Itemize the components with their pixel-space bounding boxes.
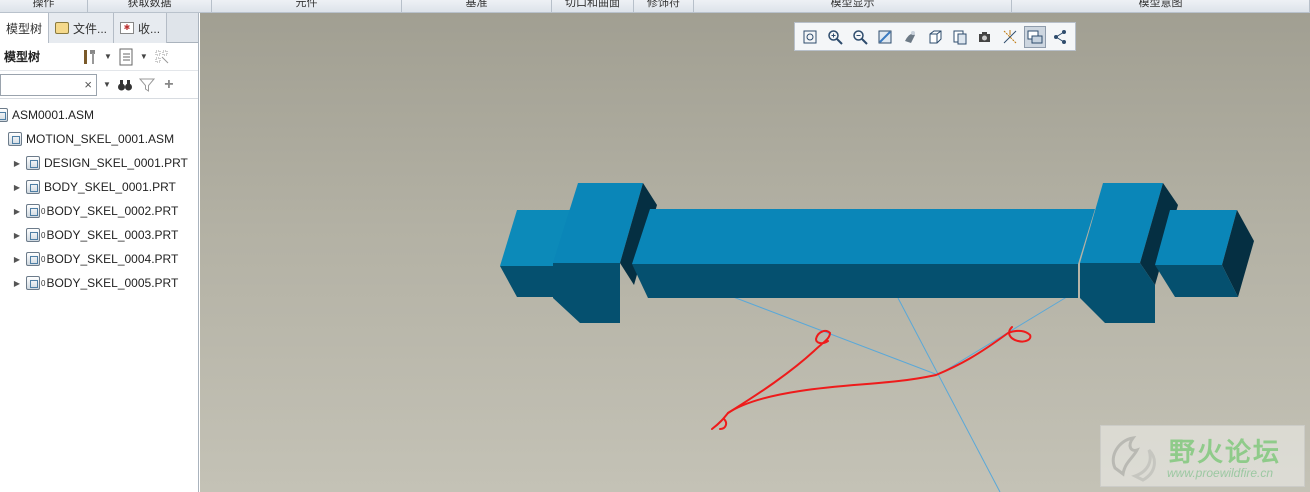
ribbon-group-get-data[interactable]: 获取数据 [88, 0, 212, 12]
tab-model-tree[interactable]: 模型树 [0, 13, 50, 43]
tree-node-asm0001[interactable]: ASM0001.ASM [0, 103, 198, 127]
settings-dropdown-icon[interactable]: ▼ [140, 52, 148, 61]
ribbon-group-datum[interactable]: 基准 [402, 0, 552, 12]
settings-icon[interactable] [118, 48, 134, 66]
part-icon [26, 252, 40, 266]
model-tree-title: 模型树 [4, 50, 41, 64]
tree-node-motion-skel[interactable]: MOTION_SKEL_0001.ASM [0, 127, 198, 151]
spin-center-icon[interactable] [1049, 26, 1071, 48]
model-canvas[interactable] [200, 13, 1310, 492]
annotation-display-icon[interactable] [1024, 25, 1046, 48]
perspective-view-icon[interactable] [974, 26, 996, 48]
search-dropdown-icon[interactable]: ▼ [103, 80, 111, 89]
ribbon-group-operations[interactable]: 操作 [0, 0, 88, 12]
model-tree-search-bar: × ▼ + [0, 71, 198, 99]
status-marker: 0 [41, 278, 46, 288]
tree-node-label: BODY_SKEL_0001.PRT [44, 180, 176, 194]
ribbon-group-bar: 操作 获取数据 元件 基准 切口和曲面 修饰符 模型显示 模型意图 [0, 0, 1310, 13]
part-icon [26, 276, 40, 290]
tree-node-label: BODY_SKEL_0004.PRT [46, 252, 179, 266]
tree-node-label: BODY_SKEL_0003.PRT [46, 228, 179, 242]
ribbon-group-cut-surface[interactable]: 切口和曲面 [552, 0, 634, 12]
expand-arrow-icon[interactable]: ▶ [12, 231, 22, 240]
assembly-icon [0, 108, 8, 122]
tools-icon[interactable] [82, 48, 98, 66]
watermark-url: www.proewildfire.cn [1167, 466, 1274, 480]
skeleton-assembly-icon [8, 132, 22, 146]
clear-search-icon[interactable]: × [84, 77, 92, 92]
red-annotation-stroke [711, 326, 1032, 430]
tree-node-label: BODY_SKEL_0005.PRT [46, 276, 179, 290]
tree-node-label: MOTION_SKEL_0001.ASM [26, 132, 175, 146]
ribbon-group-modifiers[interactable]: 修饰符 [634, 0, 694, 12]
expand-arrow-icon[interactable]: ▶ [12, 279, 22, 288]
favorites-icon: ✱ [120, 22, 135, 34]
expand-arrow-icon[interactable]: ▶ [12, 255, 22, 264]
tab-favorites[interactable]: ✱ 收... [114, 13, 168, 43]
tree-node-body-skel-0001[interactable]: ▶ BODY_SKEL_0001.PRT [0, 175, 198, 199]
search-input[interactable]: × [0, 73, 97, 96]
repaint-icon[interactable] [874, 26, 896, 48]
graphics-viewport[interactable]: 野火论坛 www.proewildfire.cn [200, 13, 1310, 492]
ribbon-group-model-intent[interactable]: 模型意图 [1012, 0, 1310, 12]
tree-node-body-skel-0005[interactable]: ▶ 0 BODY_SKEL_0005.PRT [0, 271, 198, 295]
display-style-icon[interactable] [899, 26, 921, 48]
forum-watermark: 野火论坛 www.proewildfire.cn [1100, 425, 1305, 487]
tab-model-tree-label: 模型树 [6, 21, 43, 36]
ribbon-group-component[interactable]: 元件 [212, 0, 402, 12]
status-marker: 0 [41, 254, 46, 264]
ribbon-group-model-display[interactable]: 模型显示 [694, 0, 1012, 12]
datum-display-icon[interactable] [999, 26, 1021, 48]
folder-icon [55, 22, 70, 34]
zoom-out-icon[interactable] [849, 26, 871, 48]
model-tree-toolbar: 模型树 ▼ ▼ [0, 43, 198, 71]
status-marker: 0 [41, 230, 46, 240]
find-icon[interactable] [117, 76, 133, 94]
expand-arrow-icon[interactable]: ▶ [12, 207, 22, 216]
tree-node-label: DESIGN_SKEL_0001.PRT [44, 156, 188, 170]
part-icon [26, 156, 40, 170]
tab-folder-browser-label: 文件... [73, 21, 108, 36]
tree-node-body-skel-0002[interactable]: ▶ 0 BODY_SKEL_0002.PRT [0, 199, 198, 223]
view-manager-icon[interactable] [949, 26, 971, 48]
part-icon [26, 204, 40, 218]
tree-node-label: BODY_SKEL_0002.PRT [46, 204, 179, 218]
tab-favorites-label: 收... [138, 21, 161, 36]
skeleton-datum-lines [727, 294, 1071, 492]
view-toolbar [794, 22, 1076, 51]
saved-orientations-icon[interactable] [924, 26, 946, 48]
navigator-panel: 模型树 文件... ✱ 收... 模型树 ▼ ▼ × ▼ + ASM0001.A… [0, 13, 199, 492]
tree-node-body-skel-0004[interactable]: ▶ 0 BODY_SKEL_0004.PRT [0, 247, 198, 271]
flame-logo-icon [1111, 435, 1156, 482]
tab-folder-browser[interactable]: 文件... [49, 13, 115, 43]
main-beam [632, 209, 1095, 298]
expand-arrow-icon[interactable]: ▶ [12, 159, 22, 168]
add-icon[interactable]: + [161, 76, 177, 94]
tree-node-design-skel[interactable]: ▶ DESIGN_SKEL_0001.PRT [0, 151, 198, 175]
model-tree: ASM0001.ASM MOTION_SKEL_0001.ASM ▶ DESIG… [0, 99, 198, 295]
tools-dropdown-icon[interactable]: ▼ [104, 52, 112, 61]
navigator-tabs: 模型树 文件... ✱ 收... [0, 13, 198, 43]
expand-arrow-icon[interactable]: ▶ [12, 183, 22, 192]
part-icon [26, 180, 40, 194]
right-end-block [1155, 210, 1254, 297]
refit-icon[interactable] [799, 26, 821, 48]
tree-node-label: ASM0001.ASM [12, 108, 95, 122]
filter-icon[interactable] [138, 76, 155, 94]
tree-node-body-skel-0003[interactable]: ▶ 0 BODY_SKEL_0003.PRT [0, 223, 198, 247]
watermark-title: 野火论坛 [1169, 437, 1282, 467]
status-marker: 0 [41, 206, 46, 216]
part-icon [26, 228, 40, 242]
zoom-in-icon[interactable] [824, 26, 846, 48]
show-hide-items-icon[interactable] [154, 48, 170, 66]
